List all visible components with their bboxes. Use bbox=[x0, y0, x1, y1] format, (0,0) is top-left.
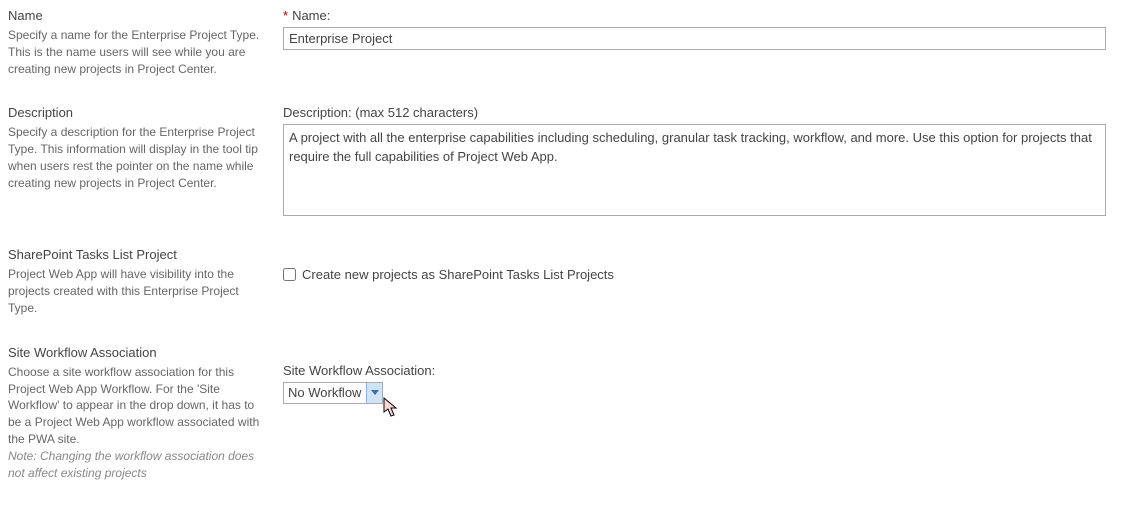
workflow-select-wrap: No Workflow bbox=[283, 382, 383, 404]
workflow-field-label: Site Workflow Association: bbox=[283, 363, 1106, 378]
section-workflow: Site Workflow Association Choose a site … bbox=[8, 345, 1114, 482]
section-sptasks-title: SharePoint Tasks List Project bbox=[8, 247, 263, 262]
description-field-label: Description: (max 512 characters) bbox=[283, 105, 1106, 120]
cursor-icon bbox=[383, 397, 401, 422]
sptasks-checkbox-label: Create new projects as SharePoint Tasks … bbox=[302, 267, 614, 282]
sptasks-checkbox[interactable] bbox=[283, 268, 296, 281]
section-description-title: Description bbox=[8, 105, 263, 120]
name-label-text: Name: bbox=[292, 8, 330, 23]
section-workflow-title: Site Workflow Association bbox=[8, 345, 263, 360]
section-name-help: Specify a name for the Enterprise Projec… bbox=[8, 27, 263, 77]
section-sptasks-right: Create new projects as SharePoint Tasks … bbox=[283, 247, 1114, 316]
section-name-title: Name bbox=[8, 8, 263, 23]
section-sptasks-left: SharePoint Tasks List Project Project We… bbox=[8, 247, 283, 316]
sptasks-checkbox-row: Create new projects as SharePoint Tasks … bbox=[283, 267, 1106, 282]
name-field-label: * Name: bbox=[283, 8, 1106, 23]
description-textarea[interactable] bbox=[283, 124, 1106, 216]
section-name-right: * Name: bbox=[283, 8, 1114, 77]
section-description-left: Description Specify a description for th… bbox=[8, 105, 283, 219]
section-workflow-left: Site Workflow Association Choose a site … bbox=[8, 345, 283, 482]
workflow-select[interactable]: No Workflow bbox=[283, 382, 383, 404]
section-description-help: Specify a description for the Enterprise… bbox=[8, 124, 263, 191]
name-input[interactable] bbox=[283, 27, 1106, 50]
section-sptasks-help: Project Web App will have visibility int… bbox=[8, 266, 263, 316]
required-star: * bbox=[283, 8, 288, 23]
section-description: Description Specify a description for th… bbox=[8, 105, 1114, 219]
section-name: Name Specify a name for the Enterprise P… bbox=[8, 8, 1114, 77]
section-workflow-right: Site Workflow Association: No Workflow bbox=[283, 345, 1114, 482]
section-name-left: Name Specify a name for the Enterprise P… bbox=[8, 8, 283, 77]
section-workflow-note: Note: Changing the workflow association … bbox=[8, 448, 263, 482]
section-sptasks: SharePoint Tasks List Project Project We… bbox=[8, 247, 1114, 316]
section-workflow-help: Choose a site workflow association for t… bbox=[8, 364, 263, 448]
section-description-right: Description: (max 512 characters) bbox=[283, 105, 1114, 219]
